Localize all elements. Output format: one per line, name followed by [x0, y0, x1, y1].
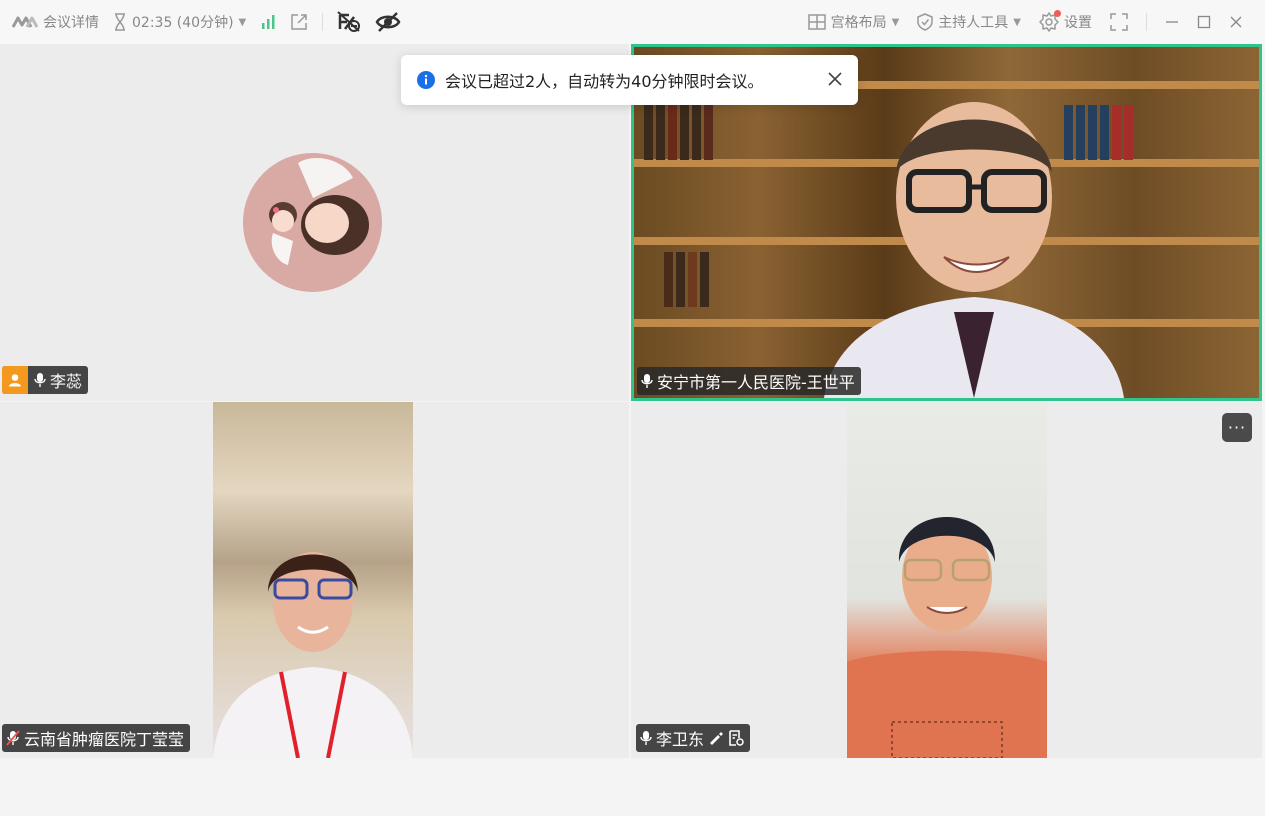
- grid-layout-icon: [807, 14, 826, 30]
- annotation-off-icon[interactable]: [337, 11, 361, 33]
- pencil-icon: [708, 731, 724, 745]
- notification-dot: [1054, 10, 1061, 17]
- signal-strength-icon[interactable]: [260, 14, 276, 30]
- participant-name: 李蕊: [50, 372, 83, 391]
- meeting-details-button[interactable]: 会议详情: [12, 0, 99, 44]
- more-icon: ···: [1227, 418, 1247, 437]
- participant-name-tag: 李卫东: [636, 724, 751, 752]
- microphone-icon: [34, 372, 46, 388]
- maximize-icon[interactable]: [1197, 15, 1211, 29]
- hourglass-icon: [113, 13, 127, 31]
- meeting-details-label: 会议详情: [43, 15, 99, 31]
- participant-video: [213, 402, 413, 758]
- chevron-down-icon: ▼: [891, 16, 900, 28]
- settings-label: 设置: [1064, 15, 1092, 31]
- participant-name-tag: 安宁市第一人民医院-王世平: [637, 367, 861, 395]
- chevron-down-icon: ▼: [1013, 16, 1021, 28]
- info-icon: [417, 71, 435, 89]
- meeting-timer[interactable]: 02:35 (40分钟) ▼: [113, 0, 246, 44]
- toast-message: 会议已超过2人，自动转为40分钟限时会议。: [445, 72, 764, 91]
- timer-label: 02:35 (40分钟): [132, 15, 234, 31]
- chevron-down-icon: ▼: [238, 16, 247, 28]
- microphone-icon: [640, 730, 652, 746]
- participant-video: [847, 402, 1047, 758]
- microphone-muted-icon: [6, 730, 20, 746]
- user-icon: [9, 374, 21, 387]
- time-limit-toast: 会议已超过2人，自动转为40分钟限时会议。: [401, 55, 858, 105]
- participant-name: 安宁市第一人民医院-王世平: [657, 373, 855, 392]
- bottom-bar-area: [0, 758, 1265, 816]
- shield-icon: [917, 13, 934, 31]
- host-tools-button[interactable]: 主持人工具 ▼: [917, 0, 1021, 44]
- minimize-icon[interactable]: [1165, 15, 1179, 29]
- top-toolbar: 会议详情 02:35 (40分钟) ▼ 宫格布局 ▼ 主持人工具 ▼ 设置: [0, 0, 1265, 44]
- document-record-icon: [728, 730, 744, 746]
- microphone-icon: [641, 373, 653, 389]
- share-external-icon[interactable]: [290, 13, 308, 31]
- host-tools-label: 主持人工具: [938, 15, 1009, 31]
- layout-menu-button[interactable]: 宫格布局 ▼: [807, 0, 900, 44]
- more-options-button[interactable]: ···: [1222, 413, 1252, 442]
- participant-name-tag: 云南省肿瘤医院丁莹莹: [2, 724, 191, 752]
- app-logo-icon: [12, 15, 38, 29]
- toast-close-button[interactable]: [828, 70, 842, 91]
- participant-name: 云南省肿瘤医院丁莹莹: [24, 730, 185, 749]
- toolbar-divider: [322, 13, 324, 31]
- participant-name: 李卫东: [656, 730, 705, 749]
- gear-icon: [1039, 10, 1061, 32]
- meeting-window: 会议详情 02:35 (40分钟) ▼ 宫格布局 ▼ 主持人工具 ▼ 设置 李蕊…: [0, 0, 1265, 816]
- layout-label: 宫格布局: [830, 15, 887, 31]
- toolbar-divider: [1146, 13, 1147, 31]
- close-window-icon[interactable]: [1229, 15, 1243, 29]
- avatar: [243, 153, 382, 292]
- hide-video-icon[interactable]: [375, 11, 401, 33]
- participant-tile-3[interactable]: 云南省肿瘤医院丁莹莹: [0, 402, 629, 758]
- host-badge: [2, 366, 28, 394]
- participant-name-tag: 李蕊: [2, 366, 89, 394]
- participant-tile-4[interactable]: 李卫东: [631, 402, 1262, 758]
- close-icon: [828, 71, 842, 86]
- fullscreen-icon[interactable]: [1110, 13, 1128, 31]
- settings-button[interactable]: 设置: [1039, 0, 1092, 44]
